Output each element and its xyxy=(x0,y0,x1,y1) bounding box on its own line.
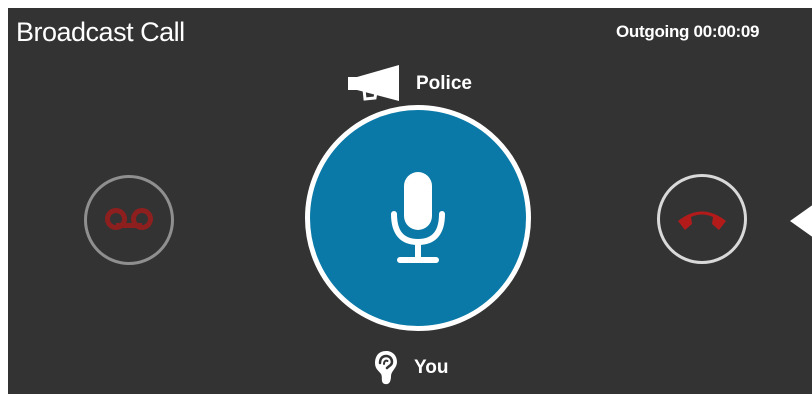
speaker-name: Police xyxy=(416,73,472,94)
current-speaker: Police xyxy=(348,64,472,104)
hang-up-button[interactable] xyxy=(657,174,747,264)
voicemail-icon xyxy=(104,207,154,233)
push-to-talk-button[interactable] xyxy=(305,105,531,331)
ear-icon xyxy=(374,350,398,386)
current-listener: You xyxy=(374,350,448,386)
voicemail-button[interactable] xyxy=(84,175,174,265)
call-status: Outgoing 00:00:09 xyxy=(616,22,760,41)
megaphone-icon xyxy=(348,65,404,103)
expand-arrow-icon[interactable] xyxy=(790,204,812,238)
broadcast-call-panel: Broadcast Call Outgoing 00:00:09 Police xyxy=(8,8,812,394)
listener-name: You xyxy=(414,357,449,378)
phone-hangup-icon xyxy=(675,204,729,234)
microphone-icon xyxy=(388,170,448,266)
call-title: Broadcast Call xyxy=(16,17,185,47)
